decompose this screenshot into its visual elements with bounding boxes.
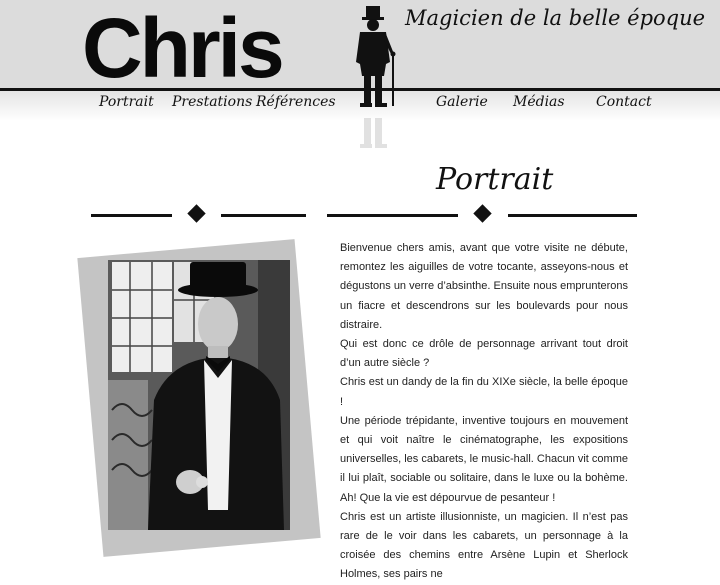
nav-portrait[interactable]: Portrait: [99, 94, 154, 110]
epoch-paragraph: Une période trépidante, inventive toujou…: [340, 414, 628, 504]
nav-prestations[interactable]: Prestations: [172, 94, 252, 110]
site-tagline: Magicien de la belle époque: [405, 6, 706, 30]
intro-paragraph: Bienvenue chers amis, avant que votre vi…: [340, 242, 629, 331]
divider-line: [508, 214, 637, 217]
silhouette-reflection: [360, 118, 387, 148]
nav-references[interactable]: Références: [256, 94, 336, 110]
portrait-text: Bienvenue chers amis, avant que votre vi…: [340, 239, 628, 585]
diamond-ornament-icon: [187, 204, 206, 223]
site-logo[interactable]: Chris: [82, 6, 285, 90]
question-paragraph: Qui est donc ce drôle de personnage arri…: [340, 338, 628, 370]
divider-line: [327, 214, 458, 217]
nav-contact[interactable]: Contact: [596, 94, 652, 110]
magician-silhouette-icon: [356, 6, 396, 107]
dandy-paragraph: Chris est un dandy de la fin du XIXe siè…: [340, 376, 628, 408]
portrait-photo: [108, 260, 290, 530]
artist-paragraph: Chris est un artiste illusionniste, un m…: [340, 510, 628, 581]
divider-line: [91, 214, 172, 217]
divider-line: [221, 214, 306, 217]
nav-medias[interactable]: Médias: [513, 94, 565, 110]
nav-galerie[interactable]: Galerie: [436, 94, 488, 110]
diamond-ornament-icon: [473, 204, 492, 223]
page-title: Portrait: [436, 162, 554, 197]
